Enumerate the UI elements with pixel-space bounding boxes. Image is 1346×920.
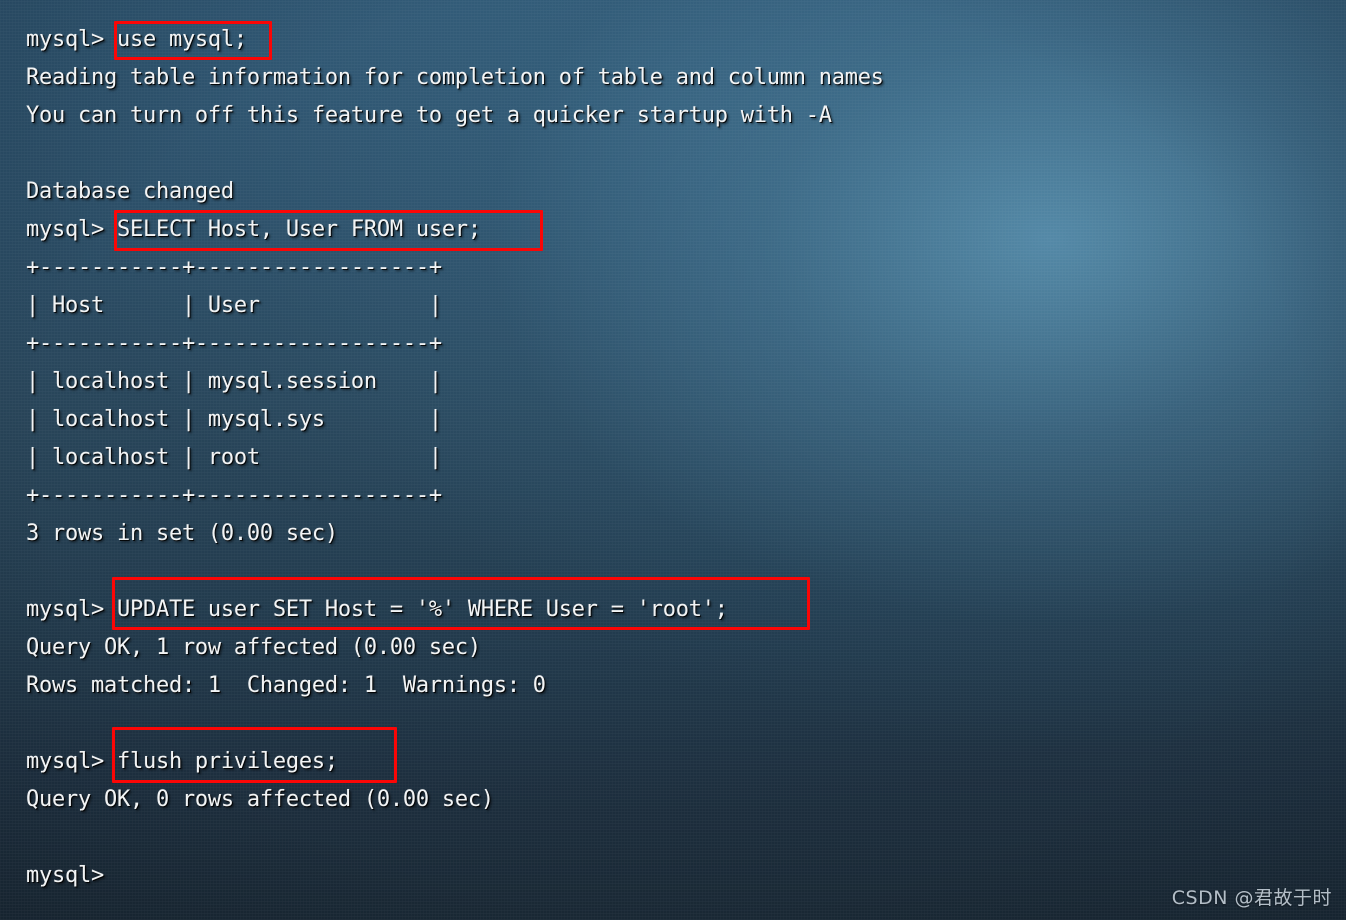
terminal-line: You can turn off this feature to get a q… bbox=[26, 103, 832, 128]
highlight-box-update-user[interactable] bbox=[112, 577, 810, 630]
terminal-prompt[interactable]: mysql> bbox=[26, 862, 104, 890]
terminal-line: +-----------+------------------+ bbox=[26, 255, 442, 280]
terminal-line: Reading table information for completion… bbox=[26, 65, 884, 90]
terminal-line: | localhost | mysql.session | bbox=[26, 369, 442, 394]
terminal-line: 3 rows in set (0.00 sec) bbox=[26, 521, 338, 546]
terminal-line: Rows matched: 1 Changed: 1 Warnings: 0 bbox=[26, 673, 546, 698]
highlight-box-select-host-user[interactable] bbox=[114, 210, 543, 251]
highlight-box-flush-privileges[interactable] bbox=[112, 727, 397, 783]
csdn-watermark: CSDN @君故于时 bbox=[1171, 887, 1332, 909]
highlight-box-use-mysql[interactable] bbox=[114, 21, 272, 60]
terminal-line: | localhost | root | bbox=[26, 445, 442, 470]
terminal-line: +-----------+------------------+ bbox=[26, 331, 442, 356]
terminal-line: Query OK, 0 rows affected (0.00 sec) bbox=[26, 787, 494, 812]
terminal-line: +-----------+------------------+ bbox=[26, 483, 442, 508]
terminal-line: | Host | User | bbox=[26, 293, 442, 318]
terminal-output[interactable]: mysql> use mysql; Reading table informat… bbox=[0, 0, 1346, 920]
terminal-line: | localhost | mysql.sys | bbox=[26, 407, 442, 432]
terminal-line: Query OK, 1 row affected (0.00 sec) bbox=[26, 635, 481, 660]
terminal-line: Database changed bbox=[26, 179, 234, 204]
terminal-screen: mysql> use mysql; Reading table informat… bbox=[0, 0, 1346, 920]
